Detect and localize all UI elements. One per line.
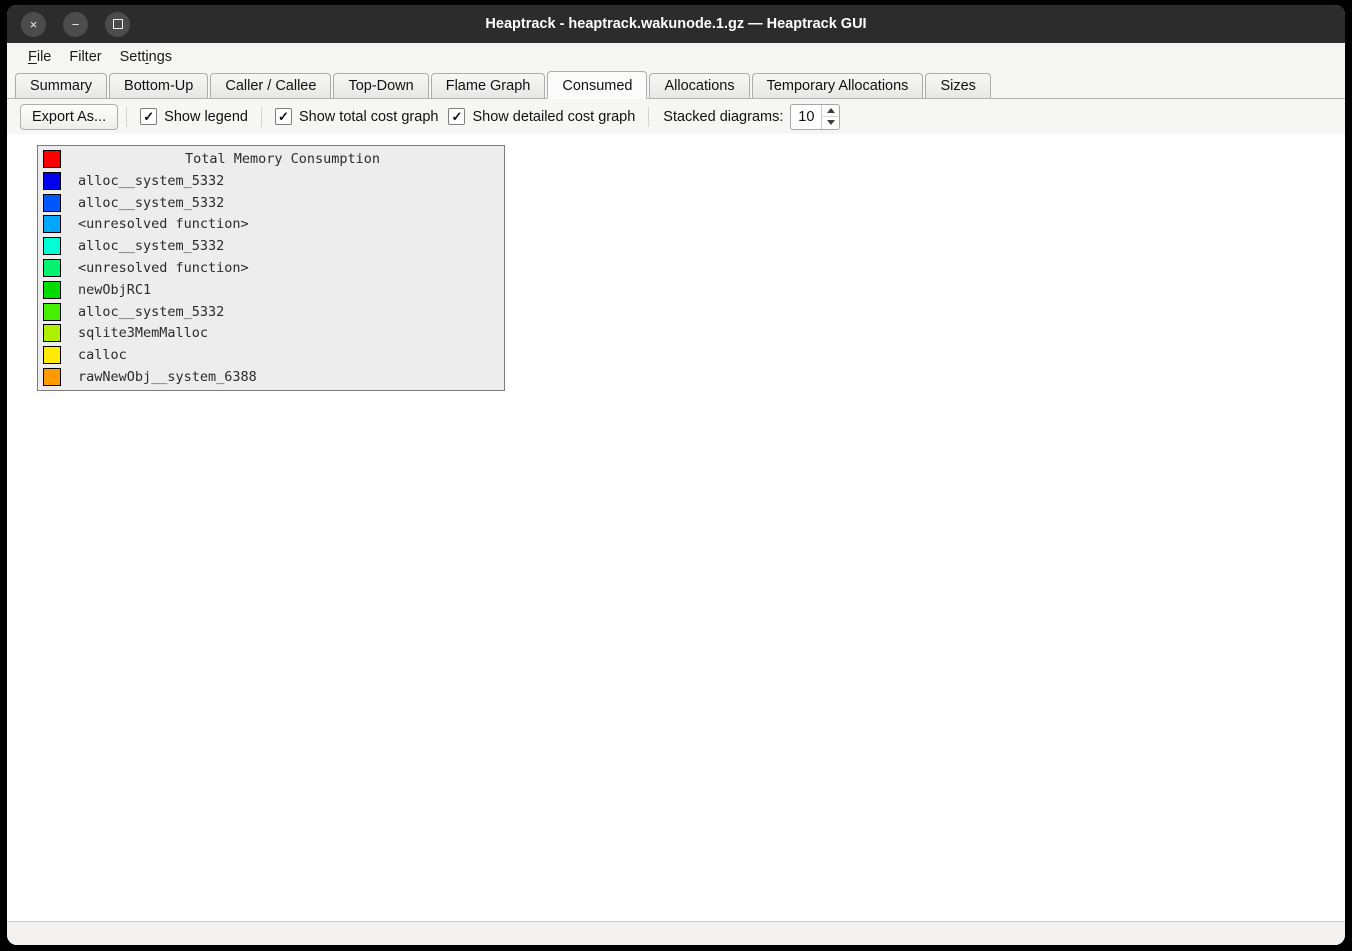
legend-label: Total Memory Consumption: [61, 151, 504, 167]
legend-swatch: [43, 281, 61, 299]
tab-flame-graph[interactable]: Flame Graph: [431, 73, 546, 98]
tab-consumed[interactable]: Consumed: [547, 71, 647, 99]
tab-bar: SummaryBottom-UpCaller / CalleeTop-DownF…: [7, 70, 1345, 99]
toolbar-separator: [126, 107, 127, 127]
legend-label: rawNewObj__system_6388: [78, 369, 257, 385]
spin-up-button[interactable]: [822, 105, 839, 118]
consumed-chart: Total Memory Consumption alloc__system_53…: [7, 134, 1345, 921]
legend-item: alloc__system_5332: [38, 192, 504, 214]
tab-summary[interactable]: Summary: [15, 73, 107, 98]
tab-allocations[interactable]: Allocations: [649, 73, 749, 98]
stacked-diagrams-value: 10: [791, 105, 821, 129]
menu-filter[interactable]: Filter: [60, 46, 110, 68]
legend-item: alloc__system_5332: [38, 235, 504, 257]
menu-settings[interactable]: Settings: [111, 46, 181, 68]
checkbox-group: ✓ Show legend ✓ Show total cost graph ✓ Show …: [135, 107, 640, 127]
legend-swatch: [43, 324, 61, 342]
app-window: × − Heaptrack - heaptrack.wakunode.1.gz …: [7, 5, 1345, 945]
legend-item: alloc__system_5332: [38, 170, 504, 192]
menu-file[interactable]: File: [19, 46, 60, 68]
tab-temporary-allocations[interactable]: Temporary Allocations: [752, 73, 924, 98]
window-controls: × −: [7, 12, 130, 37]
legend-item: rawNewObj__system_6388: [38, 366, 504, 388]
legend-item: <unresolved function>: [38, 213, 504, 235]
legend-swatch: [43, 259, 61, 277]
tab-caller-callee[interactable]: Caller / Callee: [210, 73, 331, 98]
tab-sizes[interactable]: Sizes: [925, 73, 990, 98]
legend-item: <unresolved function>: [38, 257, 504, 279]
toolbar: Export As... ✓ Show legend ✓ Show total cos…: [7, 99, 1345, 134]
legend-label: newObjRC1: [78, 282, 151, 298]
checkbox-box[interactable]: ✓: [448, 108, 465, 125]
checkbox-label: Show detailed cost graph: [472, 109, 635, 125]
legend-label: sqlite3MemMalloc: [78, 325, 208, 341]
maximize-button[interactable]: [105, 12, 130, 37]
legend-item: calloc: [38, 344, 504, 366]
tab-top-down[interactable]: Top-Down: [333, 73, 428, 98]
window-title: Heaptrack - heaptrack.wakunode.1.gz — He…: [7, 16, 1345, 32]
legend-label: <unresolved function>: [78, 260, 249, 276]
legend-item: Total Memory Consumption: [38, 148, 504, 170]
tab-bottom-up[interactable]: Bottom-Up: [109, 73, 208, 98]
legend-swatch: [43, 150, 61, 168]
legend-swatch: [43, 237, 61, 255]
legend-label: alloc__system_5332: [78, 238, 224, 254]
checkbox-box[interactable]: ✓: [140, 108, 157, 125]
legend-label: <unresolved function>: [78, 216, 249, 232]
maximize-icon: [113, 19, 123, 29]
legend-item: newObjRC1: [38, 279, 504, 301]
window-bottom-spacer: [7, 921, 1345, 945]
legend-swatch: [43, 172, 61, 190]
export-as-button[interactable]: Export As...: [20, 104, 118, 130]
legend-swatch: [43, 194, 61, 212]
minimize-button[interactable]: −: [63, 12, 88, 37]
legend-label: alloc__system_5332: [78, 173, 224, 189]
legend-swatch: [43, 346, 61, 364]
arrow-up-icon: [827, 108, 835, 113]
chart-legend: Total Memory Consumption alloc__system_53…: [37, 145, 505, 391]
legend-swatch: [43, 215, 61, 233]
stacked-diagrams-label: Stacked diagrams:: [663, 109, 783, 125]
stacked-diagrams-spinbox[interactable]: 10: [790, 104, 840, 130]
close-button[interactable]: ×: [21, 12, 46, 37]
legend-swatch: [43, 368, 61, 386]
legend-label: alloc__system_5332: [78, 195, 224, 211]
checkbox-show-detailed-cost-graph[interactable]: ✓ Show detailed cost graph: [448, 108, 635, 125]
menu-bar: FileFilterSettings: [7, 43, 1345, 70]
legend-label: calloc: [78, 347, 127, 363]
checkbox-label: Show total cost graph: [299, 109, 438, 125]
toolbar-separator: [648, 107, 649, 127]
legend-label: alloc__system_5332: [78, 304, 224, 320]
legend-item: sqlite3MemMalloc: [38, 323, 504, 345]
checkbox-show-legend[interactable]: ✓ Show legend: [140, 108, 248, 125]
spinbox-arrows: [821, 105, 839, 129]
spin-down-button[interactable]: [822, 117, 839, 129]
checkbox-box[interactable]: ✓: [275, 108, 292, 125]
checkbox-label: Show legend: [164, 109, 248, 125]
title-bar: × − Heaptrack - heaptrack.wakunode.1.gz …: [7, 5, 1345, 43]
legend-item: alloc__system_5332: [38, 301, 504, 323]
checkbox-show-total-cost-graph[interactable]: ✓ Show total cost graph: [275, 108, 438, 125]
toolbar-separator: [261, 107, 262, 127]
arrow-down-icon: [827, 120, 835, 125]
legend-swatch: [43, 303, 61, 321]
